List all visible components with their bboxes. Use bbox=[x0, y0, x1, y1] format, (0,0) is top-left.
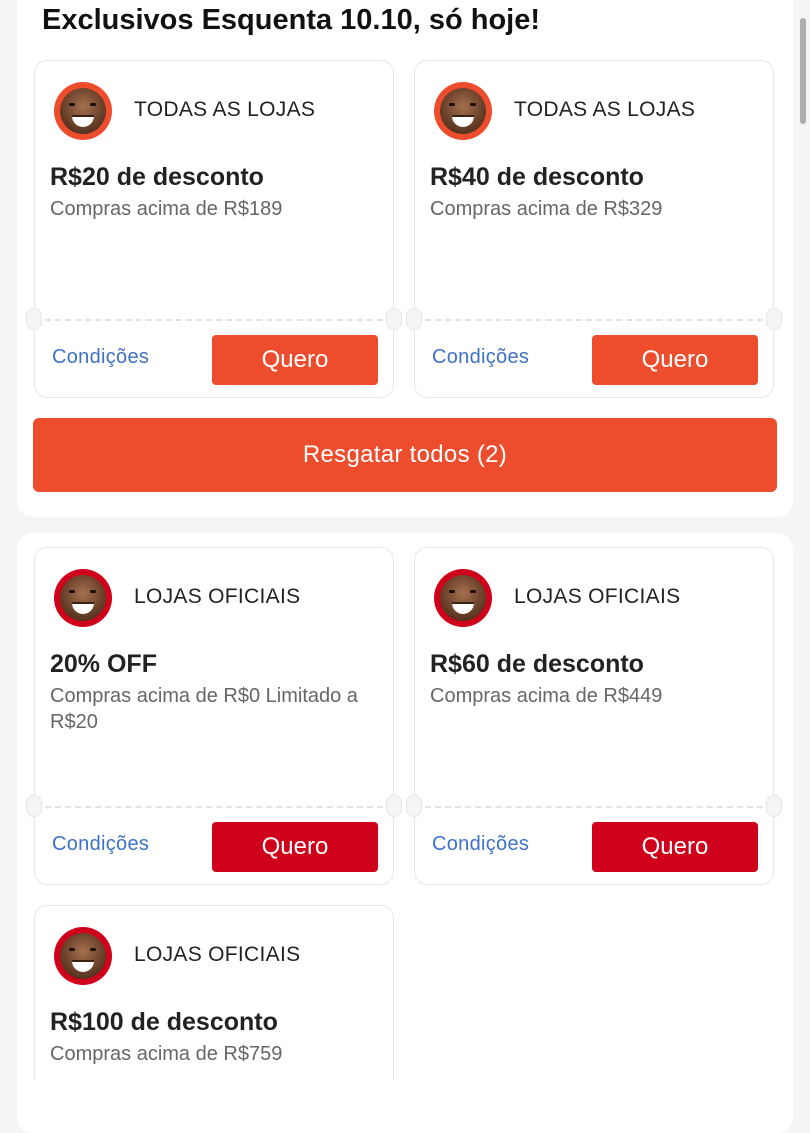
coupon-condition: Compras acima de R$449 bbox=[430, 685, 663, 707]
conditions-link[interactable]: Condições bbox=[52, 833, 149, 856]
conditions-link[interactable]: Condições bbox=[432, 346, 529, 369]
coupon-card: TODAS AS LOJAS R$20 de desconto Compras … bbox=[26, 60, 402, 398]
store-avatar-icon bbox=[54, 927, 112, 985]
coupon-condition: Compras acima de R$0 Limitado a R$20 bbox=[50, 685, 358, 733]
coupon-store-scope: TODAS AS LOJAS bbox=[514, 98, 696, 121]
coupon-discount: R$20 de desconto bbox=[50, 163, 264, 191]
coupon-store-scope: TODAS AS LOJAS bbox=[134, 98, 316, 121]
coupon-condition: Compras acima de R$759 bbox=[50, 1043, 283, 1065]
coupon-divider bbox=[45, 806, 383, 808]
coupon-divider bbox=[45, 319, 383, 321]
coupon-discount: R$40 de desconto bbox=[430, 163, 644, 191]
coupon-discount: 20% OFF bbox=[50, 650, 157, 678]
coupon-condition: Compras acima de R$189 bbox=[50, 198, 283, 220]
coupon-discount: R$60 de desconto bbox=[430, 650, 644, 678]
store-avatar-icon bbox=[434, 82, 492, 140]
coupon-store-scope: LOJAS OFICIAIS bbox=[134, 943, 301, 966]
coupon-card: LOJAS OFICIAIS 20% OFF Compras acima de … bbox=[26, 547, 402, 885]
conditions-link[interactable]: Condições bbox=[432, 833, 529, 856]
page-title: Exclusivos Esquenta 10.10, só hoje! bbox=[42, 4, 541, 36]
quero-button[interactable]: Quero bbox=[592, 822, 758, 872]
conditions-link[interactable]: Condições bbox=[52, 346, 149, 369]
coupon-condition: Compras acima de R$329 bbox=[430, 198, 663, 220]
store-avatar-icon bbox=[54, 569, 112, 627]
coupon-card: LOJAS OFICIAIS R$60 de desconto Compras … bbox=[406, 547, 782, 885]
quero-button[interactable]: Quero bbox=[212, 822, 378, 872]
store-avatar-icon bbox=[54, 82, 112, 140]
quero-button[interactable]: Quero bbox=[212, 335, 378, 385]
coupon-divider bbox=[425, 319, 763, 321]
coupon-store-scope: LOJAS OFICIAIS bbox=[134, 585, 301, 608]
store-avatar-icon bbox=[434, 569, 492, 627]
claim-all-button[interactable]: Resgatar todos (2) bbox=[33, 418, 777, 492]
coupon-card: TODAS AS LOJAS R$40 de desconto Compras … bbox=[406, 60, 782, 398]
coupon-card: LOJAS OFICIAIS R$100 de desconto Compras… bbox=[34, 905, 394, 1080]
scrollbar[interactable] bbox=[800, 18, 806, 124]
coupon-discount: R$100 de desconto bbox=[50, 1008, 278, 1036]
coupon-divider bbox=[425, 806, 763, 808]
coupon-store-scope: LOJAS OFICIAIS bbox=[514, 585, 681, 608]
quero-button[interactable]: Quero bbox=[592, 335, 758, 385]
